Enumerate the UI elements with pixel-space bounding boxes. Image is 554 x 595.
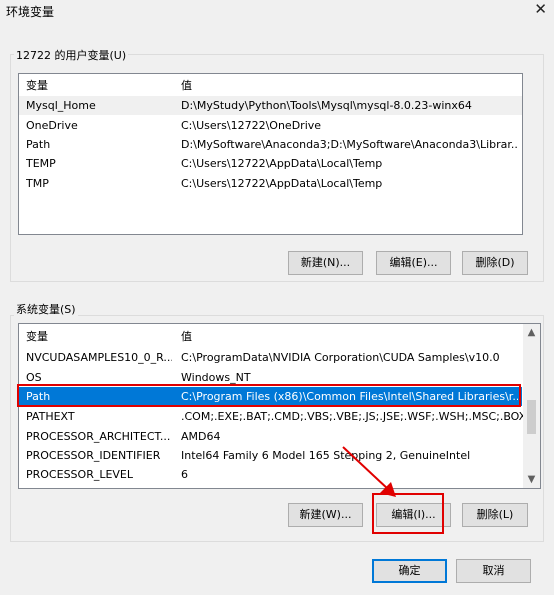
list-item[interactable]: PATHEXT .COM;.EXE;.BAT;.CMD;.VBS;.VBE;.J… [19, 407, 540, 426]
scrollbar-thumb[interactable] [527, 400, 536, 434]
var-name: OneDrive [26, 119, 78, 132]
list-item[interactable]: PROCESSOR_ARCHITECT... AMD64 [19, 427, 540, 446]
var-name: PROCESSOR_IDENTIFIER [26, 449, 161, 462]
var-value: C:\Users\12722\AppData\Local\Temp [181, 157, 383, 170]
path-row-highlight [17, 384, 521, 407]
close-icon[interactable]: ✕ [534, 0, 547, 18]
var-name: Mysql_Home [26, 99, 96, 112]
var-value: D:\MySoftware\Anaconda3;D:\MySoftware\An… [181, 138, 518, 151]
list-item[interactable]: TMP C:\Users\12722\AppData\Local\Temp [19, 174, 522, 193]
list-item[interactable]: NVCUDASAMPLES10_0_R... C:\ProgramData\NV… [19, 348, 540, 367]
user-vars-label: 12722 的用户变量(U) [14, 47, 129, 63]
var-value: D:\MyStudy\Python\Tools\Mysql\mysql-8.0.… [181, 99, 472, 112]
var-name: PROCESSOR_LEVEL [26, 468, 134, 481]
list-item[interactable]: PROCESSOR_IDENTIFIER Intel64 Family 6 Mo… [19, 446, 540, 465]
column-header-value[interactable]: 值 [181, 76, 518, 95]
user-edit-button[interactable]: 编辑(E)... [376, 251, 451, 275]
var-value: .COM;.EXE;.BAT;.CMD;.VBS;.VBE;.JS;.JSE;.… [181, 410, 527, 423]
vertical-scrollbar[interactable]: ▲ ▼ [523, 324, 540, 488]
system-delete-button[interactable]: 删除(L) [462, 503, 528, 527]
edit-button-highlight [372, 493, 444, 534]
system-vars-label: 系统变量(S) [14, 301, 78, 317]
var-value: 6 [181, 468, 188, 481]
column-header-name[interactable]: 变量 [26, 76, 172, 95]
list-item[interactable]: OneDrive C:\Users\12722\OneDrive [19, 116, 522, 135]
var-value: C:\Users\12722\AppData\Local\Temp [181, 177, 383, 190]
column-header-value[interactable]: 值 [181, 327, 536, 346]
user-new-button[interactable]: 新建(N)... [288, 251, 363, 275]
ok-button[interactable]: 确定 [372, 559, 447, 583]
dialog-title: 环境变量 [6, 5, 55, 19]
var-value: C:\ProgramData\NVIDIA Corporation\CUDA S… [181, 351, 500, 364]
user-vars-header: 变量 值 [19, 76, 522, 95]
list-item[interactable]: Mysql_Home D:\MyStudy\Python\Tools\Mysql… [19, 96, 522, 115]
list-item[interactable]: TEMP C:\Users\12722\AppData\Local\Temp [19, 154, 522, 173]
system-vars-header: 变量 值 [19, 327, 540, 346]
list-item[interactable]: PROCESSOR_LEVEL 6 [19, 465, 540, 484]
scroll-down-icon[interactable]: ▼ [523, 471, 540, 488]
list-item[interactable]: Path D:\MySoftware\Anaconda3;D:\MySoftwa… [19, 135, 522, 154]
var-value: AMD64 [181, 430, 221, 443]
column-header-name[interactable]: 变量 [26, 327, 172, 346]
scroll-up-icon[interactable]: ▲ [523, 324, 540, 341]
var-name: NVCUDASAMPLES10_0_R... [26, 351, 172, 364]
var-value: Intel64 Family 6 Model 165 Stepping 2, G… [181, 449, 471, 462]
var-name: PATHEXT [26, 410, 75, 423]
var-name: Path [26, 138, 51, 151]
var-value: C:\Users\12722\OneDrive [181, 119, 322, 132]
var-name: TMP [26, 177, 49, 190]
user-vars-list[interactable]: 变量 值 Mysql_Home D:\MyStudy\Python\Tools\… [18, 73, 523, 235]
cancel-button[interactable]: 取消 [456, 559, 531, 583]
user-delete-button[interactable]: 删除(D) [462, 251, 528, 275]
var-name: PROCESSOR_ARCHITECT... [26, 430, 171, 443]
var-name: TEMP [26, 157, 56, 170]
system-new-button[interactable]: 新建(W)... [288, 503, 363, 527]
